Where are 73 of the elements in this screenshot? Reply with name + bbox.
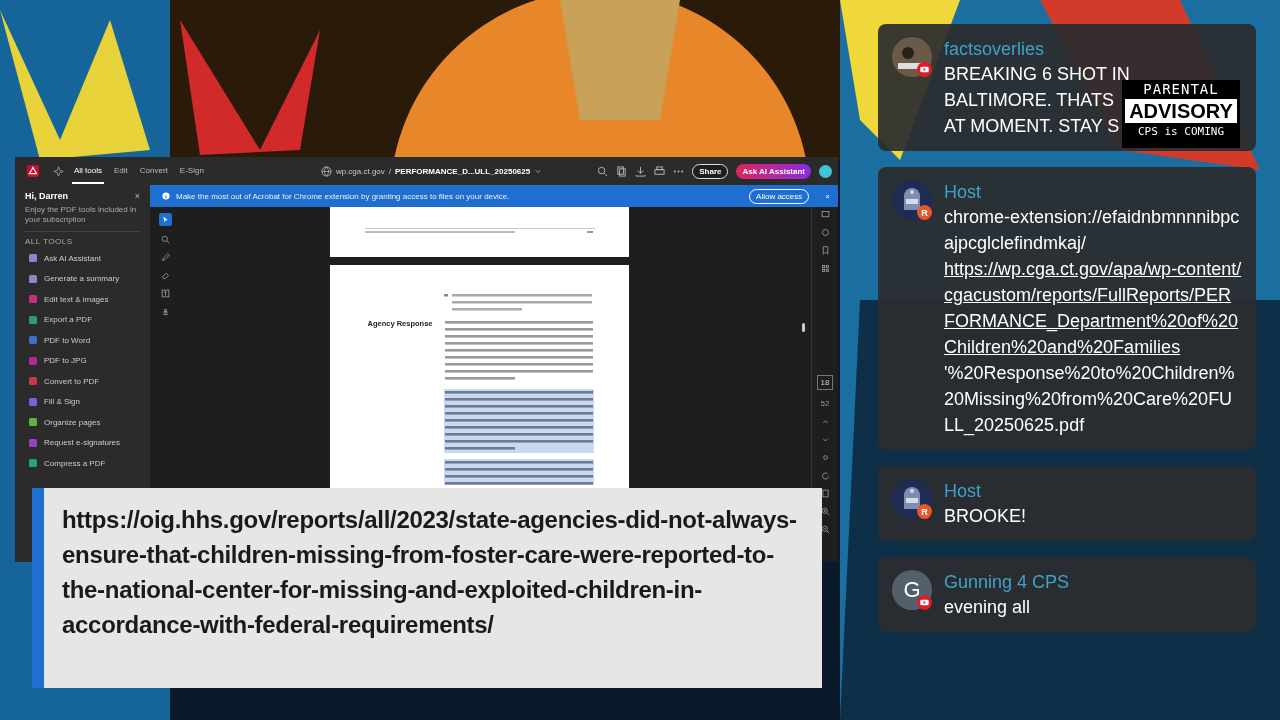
youtube-icon [917,595,932,610]
pen-icon[interactable] [160,253,170,262]
caption-url: https://oig.hhs.gov/reports/all/2023/state-agencies-did-not-always-ensure-that-children-missing-from-foster-care-were-reported-to-the-national-center-for-missing-and-exploited-children-in-accordance-with-federal-requirements/ [62,505,798,640]
path-separator: / [388,166,392,176]
tool-item[interactable]: Fill & Sign [25,391,140,412]
label-text: ADVISORY [1125,99,1237,123]
toolbar-tab[interactable]: Edit [112,158,130,184]
tool-item[interactable]: Organize pages [25,412,140,433]
tool-item[interactable]: Request e-signatures [25,432,140,453]
share-button[interactable]: Share [692,163,729,179]
author-name: factsoverlies [944,38,1046,61]
label-text: CPS is COMING [1137,126,1225,137]
robot-avatar-icon [892,180,932,220]
document-domain: wp.cga.ct.gov [335,166,385,176]
toolbar-tab[interactable]: All tools [72,158,104,184]
eraser-icon[interactable] [160,271,170,280]
download-icon[interactable] [635,165,647,177]
toolbar-tab[interactable]: Convert [137,158,170,184]
message-text: AT MOMENT. STAY S [944,115,1120,138]
greeting: Hi, Darren [25,191,68,201]
author-name: Gunning 4 CPS [944,571,1071,594]
close-button[interactable]: × [815,191,830,201]
message-link[interactable]: https://wp.cga.ct.gov/apa/wp-content/cgacustom/reports/FullReports/PERFORMANCE_Department%20of%20Children%20and%20Families [944,256,1242,360]
ai-sparkle-icon[interactable] [53,165,64,177]
zoom-icon[interactable] [160,235,170,244]
message-text: evening all [944,596,1031,619]
author-name: Host [944,480,982,503]
tool-item[interactable]: Ask AI Assistant [25,248,140,269]
message-text: '%20Response%20to%20Children%20Missing%20from%20Care%20FULL_20250625.pdf [944,362,1236,438]
chevron-down-icon[interactable] [534,167,543,175]
bookmark-icon[interactable] [820,246,830,255]
zoom-in-icon[interactable] [820,507,830,516]
pages-icon[interactable] [616,165,628,177]
close-button[interactable]: × [134,191,140,201]
tool-item[interactable]: Convert to PDF [25,371,140,392]
print-icon[interactable] [654,165,666,177]
zoom-out-icon[interactable] [820,525,830,534]
tool-item[interactable]: Compress a PDF [25,453,140,474]
pdf-logo-icon[interactable] [27,165,39,177]
author-name: Host [944,181,982,204]
toolbar-tab[interactable]: E-Sign [177,158,206,184]
tool-item[interactable]: Export a PDF [25,309,140,330]
tool-item[interactable]: PDF to Word [25,330,140,351]
banner-message: Make the most out of Acrobat for Chrome extension by granting access to files on your device. [176,191,511,201]
section-heading: ALL TOOLS [25,237,74,246]
document-title[interactable]: PERFORMANCE_D...ULL_20250625 [395,166,531,176]
message-text: BREAKING 6 SHOT IN [944,63,1130,86]
tool-item[interactable]: PDF to JPG [25,350,140,371]
info-icon [162,192,170,200]
cursor-icon[interactable] [158,213,172,226]
stamp-icon[interactable] [160,307,170,316]
panel-subtitle: Enjoy the PDF tools included in your subscription [25,205,138,225]
page-number-field[interactable]: 18 [816,375,834,390]
youtube-icon [917,62,932,77]
rotate-icon[interactable] [820,471,830,480]
tool-item[interactable]: Generate a summary [25,268,140,289]
message-text: BALTIMORE. THATS [944,89,1115,112]
profile-avatar-icon[interactable] [819,164,832,178]
text-box-icon[interactable] [160,289,170,298]
chevron-up-icon[interactable] [820,417,830,426]
globe-icon [320,165,332,177]
label-text: PARENTAL [1143,82,1219,96]
grid-icon[interactable] [820,264,830,273]
search-icon[interactable] [597,165,609,177]
role-badge: R [917,205,932,220]
page-count: 52 [820,399,830,408]
ai-assistant-button[interactable]: Ask AI Assistant [736,163,811,179]
page-icon[interactable] [820,489,830,498]
scrollbar-thumb[interactable] [802,323,805,332]
robot-avatar-icon [892,479,932,519]
tool-item[interactable]: Edit text & images [25,289,140,310]
role-badge: R [917,504,932,519]
message-text: BROOKE! [944,505,1027,528]
